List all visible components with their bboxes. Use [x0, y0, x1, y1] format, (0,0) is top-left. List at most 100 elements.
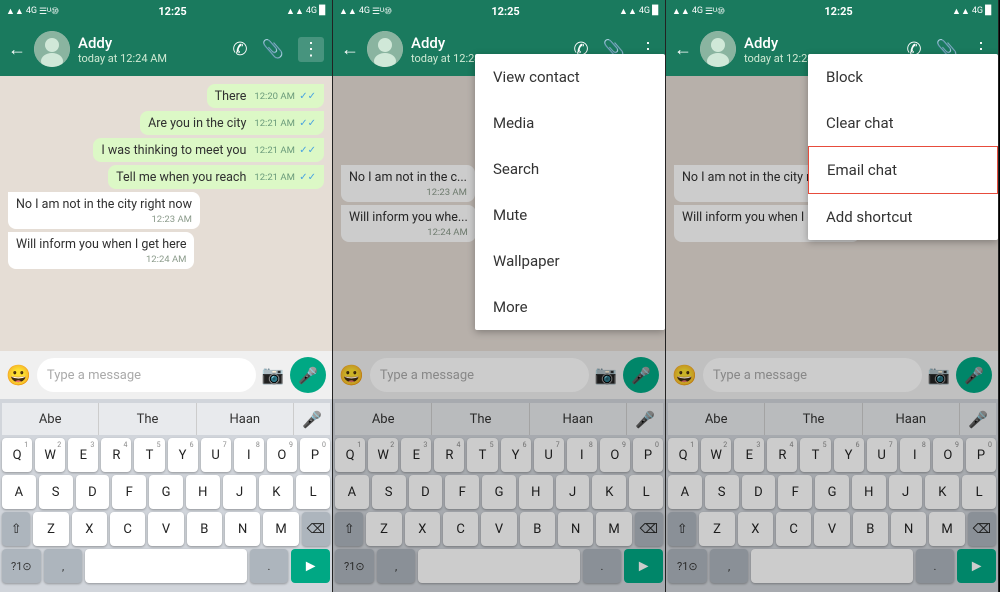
key-h[interactable]: H [186, 475, 220, 509]
contact-avatar[interactable] [700, 31, 736, 67]
contact-avatar[interactable] [367, 31, 403, 67]
message-in: Will inform you when I get here12:24 AM [8, 232, 194, 269]
send-key[interactable]: ► [291, 549, 330, 583]
key-s[interactable]: S [39, 475, 73, 509]
key-b[interactable]: B [187, 512, 222, 546]
status-icons: ☰ᵁ⑩ [372, 6, 392, 17]
key-i[interactable]: 8I [234, 438, 264, 472]
key-f[interactable]: F [112, 475, 146, 509]
key-x[interactable]: X [72, 512, 107, 546]
network-right: 4G [306, 6, 317, 16]
menu-item-more[interactable]: More [475, 284, 665, 330]
key-p[interactable]: 0P [300, 438, 330, 472]
menu-item-email-chat[interactable]: Email chat [808, 146, 998, 194]
key-d[interactable]: D [76, 475, 110, 509]
menu-item-block[interactable]: Block [808, 54, 998, 100]
attach-icon[interactable]: 📎 [262, 39, 284, 60]
phone-icon[interactable]: ✆ [232, 39, 247, 60]
contact-name: Addy [744, 34, 898, 52]
key-v[interactable]: V [148, 512, 183, 546]
key-e[interactable]: 3E [68, 438, 98, 472]
status-icons: ☰ᵁ⑩ [705, 6, 725, 17]
battery-icon: ▉ [319, 6, 326, 16]
network-right: 4G [639, 6, 650, 16]
message-time: 12:21 AM ✓✓ [254, 118, 316, 129]
network-right: 4G [972, 6, 983, 16]
status-icons: ☰ᵁ⑩ [39, 6, 59, 17]
contact-status: today at 12:24 AM [78, 52, 224, 65]
key-q[interactable]: 1Q [2, 438, 32, 472]
shift-key[interactable]: ⇧ [2, 512, 30, 546]
delete-key[interactable]: ⌫ [302, 512, 330, 546]
keyboard-row-3: ⇧ZXCVBNM⌫ [2, 512, 330, 546]
key-n[interactable]: N [225, 512, 260, 546]
signal-strength-right: ▲▲ [619, 6, 637, 17]
suggestion-1[interactable]: The [99, 403, 196, 435]
dropdown-menu: BlockClear chatEmail chatAdd shortcut [808, 54, 998, 240]
back-button[interactable]: ← [8, 39, 26, 60]
message-input[interactable]: Type a message [37, 358, 256, 392]
key-k[interactable]: K [259, 475, 293, 509]
message-time: 12:21 AM ✓✓ [254, 172, 316, 183]
period-key[interactable]: . [250, 549, 289, 583]
key-w[interactable]: 2W [35, 438, 65, 472]
message-time: 12:20 AM ✓✓ [254, 91, 316, 102]
menu-dots-icon[interactable]: ⋮ [298, 37, 324, 62]
key-j[interactable]: J [223, 475, 257, 509]
network-type: 4G [692, 6, 703, 16]
key-u[interactable]: 7U [201, 438, 231, 472]
camera-button[interactable]: 📷 [262, 365, 284, 386]
keyboard-row-2: ASDFGHJKL [2, 475, 330, 509]
symbol-key[interactable]: ?1⊙ [2, 549, 41, 583]
signal-strength: ▲▲ [339, 6, 357, 17]
keyboard-bottom-row: ?1⊙,.► [2, 549, 330, 583]
suggestion-0[interactable]: Abe [2, 403, 99, 435]
contact-avatar[interactable] [34, 31, 70, 67]
back-button[interactable]: ← [674, 39, 692, 60]
voice-input-icon[interactable]: 🎤 [294, 410, 330, 429]
key-r[interactable]: 4R [101, 438, 131, 472]
battery-icon: ▉ [985, 6, 992, 16]
key-l[interactable]: L [296, 475, 330, 509]
key-a[interactable]: A [2, 475, 36, 509]
keyboard-suggestions: AbeTheHaan🎤 [2, 403, 330, 435]
read-tick: ✓✓ [299, 145, 316, 156]
phone-panel-1: ▲▲ 4G ☰ᵁ⑩ 12:25 ▲▲ 4G ▉ ← Addy today at … [0, 0, 333, 592]
message-out: There 12:20 AM ✓✓ [207, 84, 324, 108]
signal-strength: ▲▲ [6, 6, 24, 17]
dropdown-menu: View contactMediaSearchMuteWallpaperMore [475, 54, 665, 330]
key-g[interactable]: G [149, 475, 183, 509]
message-out: Are you in the city 12:21 AM ✓✓ [140, 111, 324, 135]
menu-item-clear-chat[interactable]: Clear chat [808, 100, 998, 146]
suggestion-2[interactable]: Haan [197, 403, 294, 435]
status-right-icons: ▲▲ 4G ▉ [619, 6, 659, 17]
status-right-icons: ▲▲ 4G ▉ [286, 6, 326, 17]
status-right-icons: ▲▲ 4G ▉ [952, 6, 992, 17]
input-bar: 😀 Type a message 📷 🎤 [0, 351, 332, 399]
menu-item-wallpaper[interactable]: Wallpaper [475, 238, 665, 284]
key-z[interactable]: Z [33, 512, 68, 546]
read-tick: ✓✓ [299, 118, 316, 129]
key-m[interactable]: M [263, 512, 298, 546]
chat-header: ← Addy today at 12:24 AM ✆ 📎 ⋮ [0, 22, 332, 76]
mic-button[interactable]: 🎤 [290, 357, 326, 393]
key-o[interactable]: 9O [267, 438, 297, 472]
battery-icon: ▉ [652, 6, 659, 16]
key-t[interactable]: 5T [134, 438, 164, 472]
read-tick: ✓✓ [299, 91, 316, 102]
menu-item-add-shortcut[interactable]: Add shortcut [808, 194, 998, 240]
phone-panel-2: ▲▲ 4G ☰ᵁ⑩ 12:25 ▲▲ 4G ▉ ← Addy today at … [333, 0, 666, 592]
menu-item-view-contact[interactable]: View contact [475, 54, 665, 100]
header-icons: ✆ 📎 ⋮ [232, 37, 324, 62]
menu-item-media[interactable]: Media [475, 100, 665, 146]
key-y[interactable]: 6Y [168, 438, 198, 472]
keyboard-row-1: 1Q2W3E4R5T6Y7U8I9O0P [2, 438, 330, 472]
contact-name: Addy [78, 34, 224, 52]
emoji-button[interactable]: 😀 [6, 363, 31, 387]
key-c[interactable]: C [110, 512, 145, 546]
back-button[interactable]: ← [341, 39, 359, 60]
menu-item-search[interactable]: Search [475, 146, 665, 192]
space-key[interactable] [85, 549, 246, 583]
comma-key[interactable]: , [44, 549, 83, 583]
menu-item-mute[interactable]: Mute [475, 192, 665, 238]
